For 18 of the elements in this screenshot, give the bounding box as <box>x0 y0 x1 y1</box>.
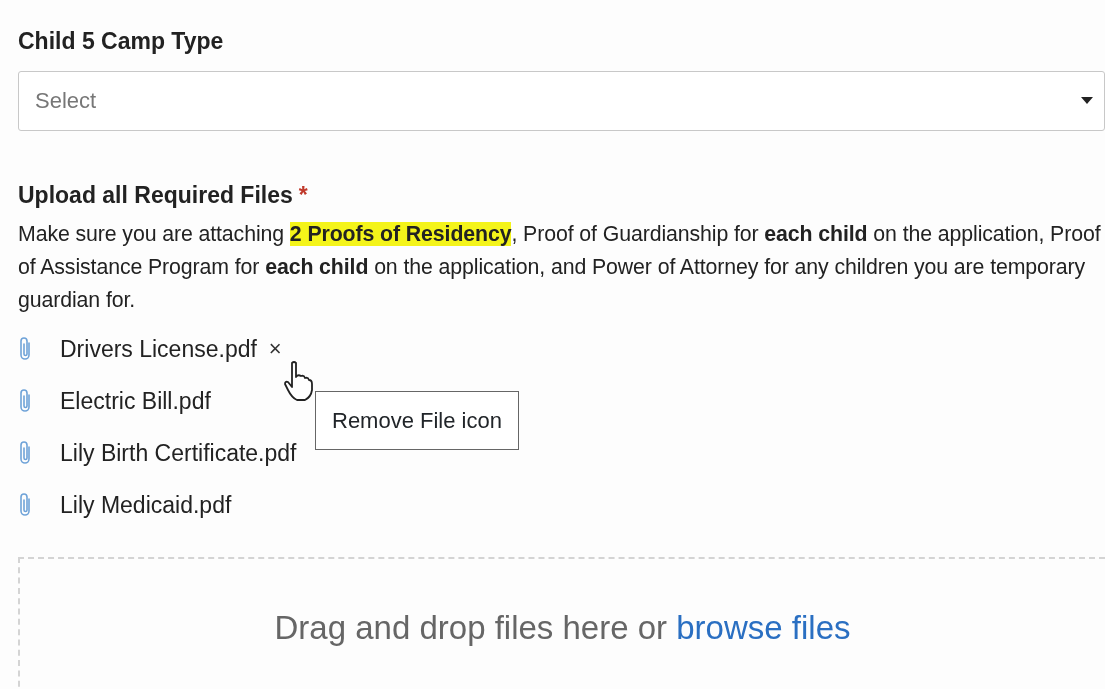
file-name[interactable]: Lily Medicaid.pdf <box>60 487 232 523</box>
remove-file-button[interactable]: × <box>264 338 286 360</box>
file-name[interactable]: Drivers License.pdf <box>60 331 257 367</box>
file-name[interactable]: Lily Birth Certificate.pdf <box>60 435 297 471</box>
tooltip: Remove File icon <box>315 391 519 450</box>
field-label: Child 5 Camp Type <box>18 27 225 56</box>
browse-files-link[interactable]: browse files <box>676 609 851 646</box>
paperclip-icon <box>18 440 32 466</box>
paperclip-icon <box>18 388 32 414</box>
paperclip-icon <box>18 336 32 362</box>
caret-icon <box>1081 96 1093 104</box>
paperclip-icon <box>18 492 32 518</box>
field-label: Upload all Required Files <box>18 180 293 210</box>
required-mark: * <box>298 180 308 210</box>
select-field[interactable]: Select <box>18 70 1105 131</box>
dropzone[interactable]: Drag and drop files here or browse files <box>18 557 1105 689</box>
file-name[interactable]: Electric Bill.pdf <box>60 383 211 419</box>
dropzone-text: Drag and drop files here or <box>274 609 669 646</box>
